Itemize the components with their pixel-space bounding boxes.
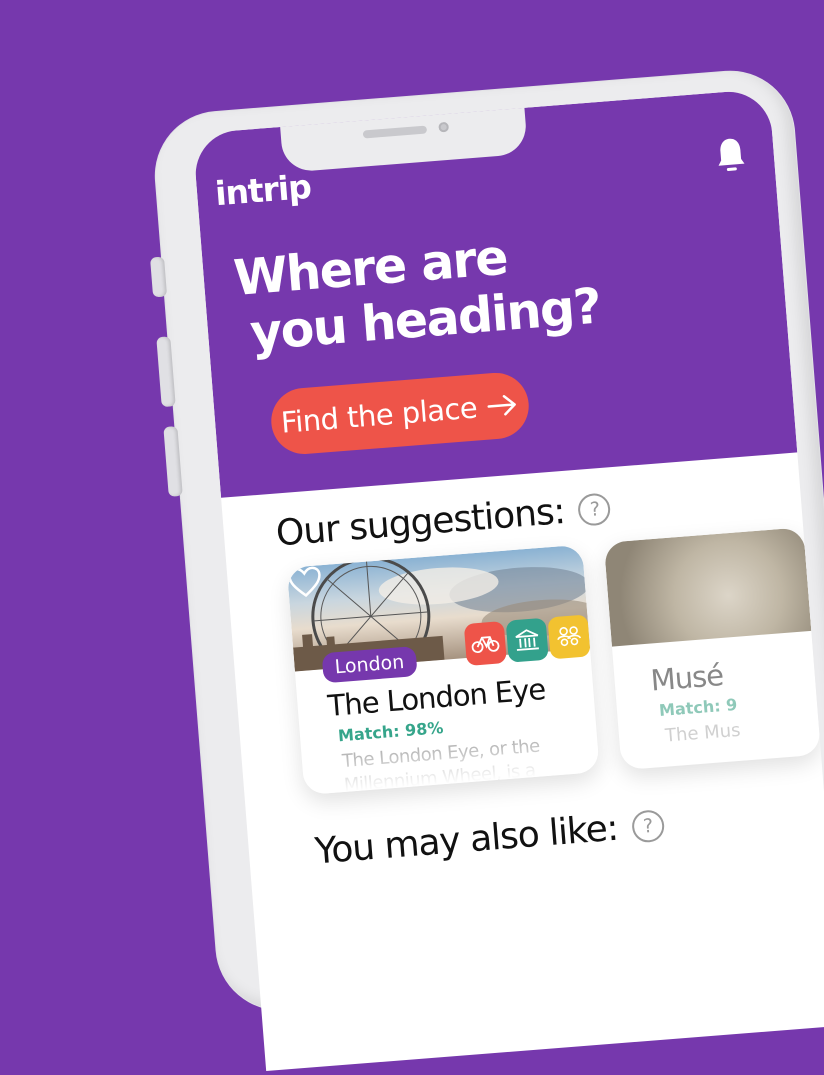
card-2-match-score: Match: 9 <box>658 694 738 721</box>
screen-content-clip: Our suggestions: ? London The London Eye… <box>192 89 824 1012</box>
card-2-description: The Mus <box>664 719 742 747</box>
bike-icon <box>471 636 500 654</box>
help-icon[interactable]: ? <box>577 491 612 527</box>
also-like-title: You may also like: <box>313 807 620 873</box>
suggestion-card[interactable]: London The London Eye Match: 98% <box>286 544 600 796</box>
card-2-title: Musé <box>649 658 725 698</box>
help-icon[interactable]: ? <box>630 808 665 844</box>
museum-badge <box>505 617 549 663</box>
location-tag: London <box>321 646 418 684</box>
museum-icon <box>515 629 539 651</box>
bike-badge <box>463 620 507 667</box>
group-icon <box>557 626 581 647</box>
group-badge <box>547 614 591 660</box>
also-like-heading: You may also like: ? <box>314 804 666 872</box>
suggestions-title: Our suggestions: <box>274 490 567 555</box>
museum-image <box>603 527 812 647</box>
suggestions-heading: Our suggestions: ? <box>274 487 612 555</box>
match-score: Match: 98% <box>337 718 445 746</box>
screen-content: Our suggestions: ? London The London Eye… <box>151 67 824 1014</box>
favorite-heart-icon[interactable] <box>287 565 323 600</box>
suggestion-card-2[interactable]: Musé Match: 9 The Mus <box>603 527 822 771</box>
